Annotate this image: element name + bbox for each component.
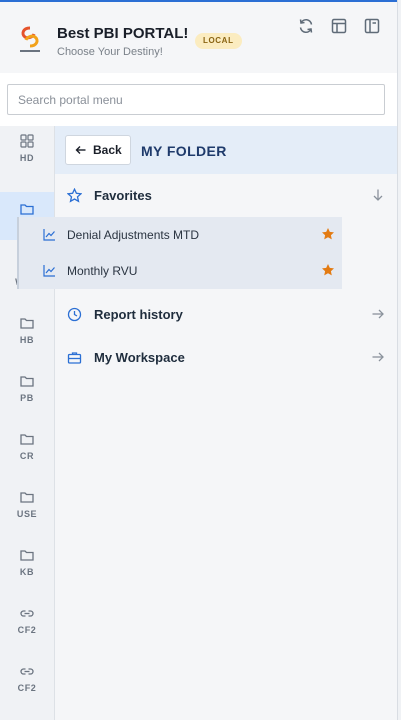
- rail-label: PB: [20, 393, 34, 403]
- folder-icon: [20, 204, 34, 215]
- rail-label: CR: [19, 451, 35, 461]
- section-favorites[interactable]: Favorites: [55, 176, 397, 214]
- sidebar-toggle-icon: [364, 18, 380, 34]
- folder-icon: [20, 492, 34, 503]
- rail-item-kb[interactable]: KB: [0, 540, 54, 596]
- rail-item-pb[interactable]: PB: [0, 366, 54, 422]
- rail-label: CF2: [17, 683, 37, 693]
- rail-label: HB: [19, 335, 35, 345]
- section-label: Report history: [94, 307, 183, 322]
- rail-item-cf2[interactable]: CF2: [0, 598, 54, 654]
- clock-icon: [67, 307, 82, 322]
- sidebar-toggle-button[interactable]: [363, 17, 381, 35]
- star-filled-icon[interactable]: [321, 263, 335, 277]
- rail-label: CF2: [17, 625, 37, 635]
- folder-icon: [20, 434, 34, 445]
- folder-icon: [20, 550, 34, 561]
- section-report-history[interactable]: Report history: [55, 295, 397, 333]
- list-item[interactable]: Denial Adjustments MTD: [17, 217, 342, 253]
- grid-icon: [20, 134, 34, 148]
- main-panel: Back MY FOLDER Favorites Report history …: [55, 126, 397, 720]
- list-item[interactable]: Monthly RVU: [17, 253, 342, 289]
- star-filled-icon[interactable]: [321, 227, 335, 241]
- icon-rail: HD MY WOR HB PB CR USE: [0, 126, 55, 720]
- rail-label: KB: [19, 567, 35, 577]
- refresh-icon: [299, 18, 313, 34]
- favorite-label: Monthly RVU: [67, 264, 138, 278]
- company-logo: [17, 26, 43, 56]
- layout-panel-button[interactable]: [330, 17, 348, 35]
- rail-item-hd[interactable]: HD: [0, 134, 54, 190]
- app-header: Best PBI PORTAL! LOCAL Choose Your Desti…: [0, 2, 397, 73]
- back-label: Back: [93, 143, 122, 157]
- environment-badge: LOCAL: [195, 33, 242, 49]
- rail-label: USE: [16, 509, 38, 519]
- folder-header: Back MY FOLDER: [55, 126, 397, 174]
- app-title: Best PBI PORTAL!: [57, 25, 189, 42]
- window-edge: [397, 0, 401, 720]
- rail-item-hb[interactable]: HB: [0, 308, 54, 364]
- layout-panel-icon: [331, 18, 347, 34]
- star-outline-icon: [67, 188, 82, 203]
- rail-item-cr[interactable]: CR: [0, 424, 54, 480]
- arrow-right-icon: [372, 309, 384, 319]
- link-icon: [20, 668, 34, 675]
- back-button[interactable]: Back: [65, 135, 131, 165]
- arrow-down-icon: [373, 189, 383, 201]
- rail-label: HD: [19, 153, 35, 163]
- refresh-button[interactable]: [297, 17, 315, 35]
- rail-item-use[interactable]: USE: [0, 482, 54, 538]
- arrow-right-icon: [372, 352, 384, 362]
- search-bar: [0, 73, 397, 126]
- line-chart-icon: [43, 265, 55, 277]
- app-subtitle: Choose Your Destiny!: [57, 46, 163, 58]
- page-title: MY FOLDER: [141, 143, 227, 159]
- line-chart-icon: [43, 229, 55, 241]
- folder-icon: [20, 376, 34, 387]
- link-icon: [20, 610, 34, 617]
- search-input[interactable]: [7, 84, 385, 115]
- folder-icon: [20, 318, 34, 329]
- favorite-label: Denial Adjustments MTD: [67, 228, 200, 242]
- section-label: Favorites: [94, 188, 152, 203]
- section-my-workspace[interactable]: My Workspace: [55, 338, 397, 376]
- section-label: My Workspace: [94, 350, 185, 365]
- arrow-left-icon: [75, 146, 86, 154]
- rail-item-cf2-second[interactable]: CF2: [0, 656, 54, 712]
- briefcase-icon: [67, 352, 82, 364]
